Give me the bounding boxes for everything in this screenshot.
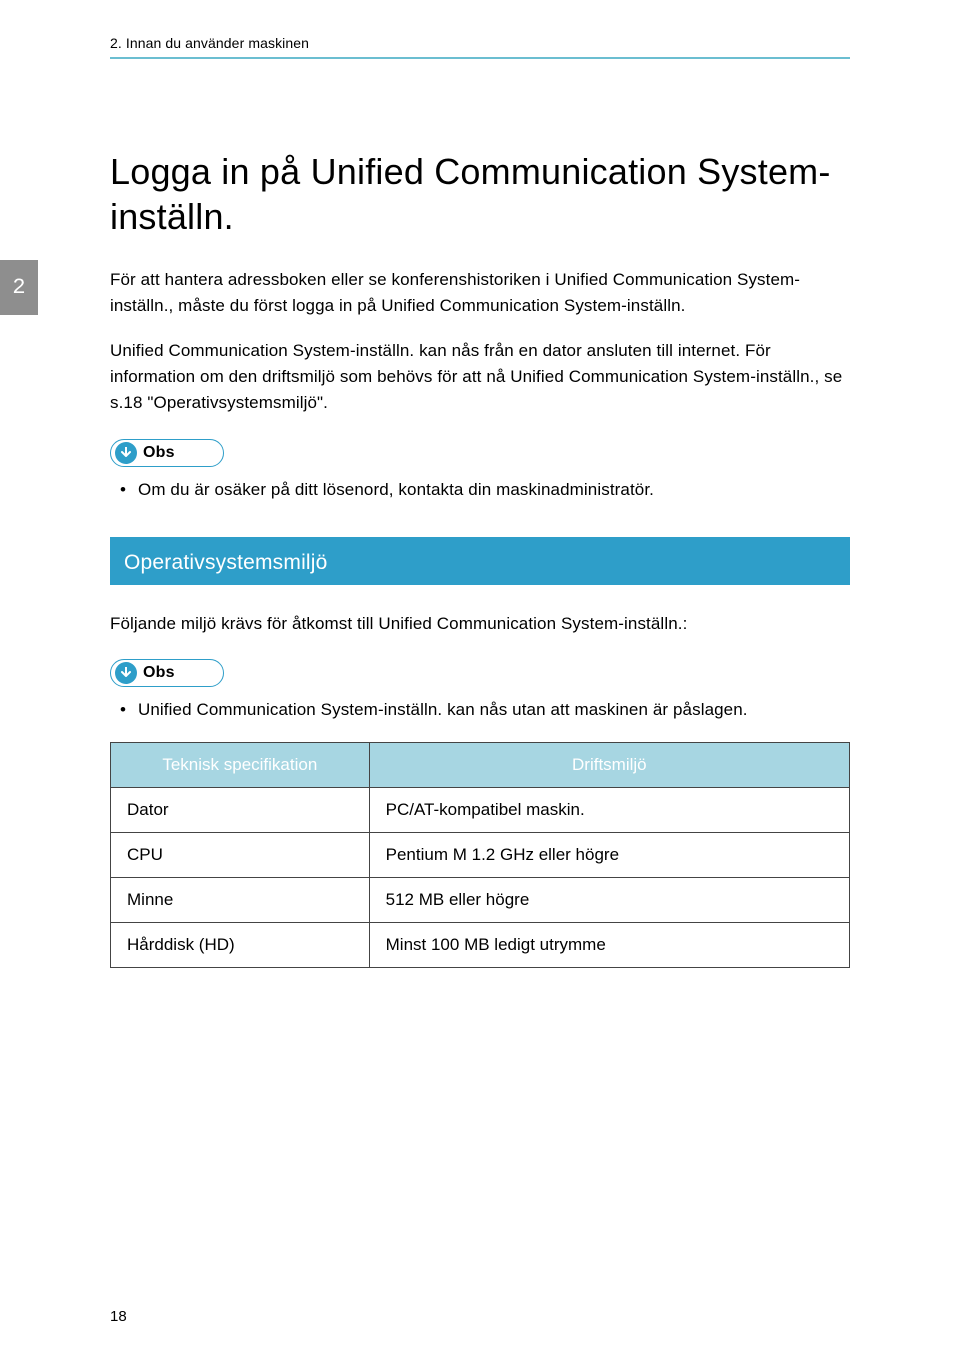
page-title: Logga in på Unified Communication System… <box>110 149 850 239</box>
table-cell-spec: Minne <box>111 877 370 922</box>
note-item: Unified Communication System-inställn. k… <box>138 697 850 723</box>
intro-paragraph-1: För att hantera adressboken eller se kon… <box>110 267 850 320</box>
header-rule <box>110 57 850 59</box>
table-cell-spec: CPU <box>111 832 370 877</box>
table-cell-spec: Dator <box>111 787 370 832</box>
down-arrow-icon <box>115 442 137 464</box>
table-row: Minne 512 MB eller högre <box>111 877 850 922</box>
down-arrow-icon <box>115 662 137 684</box>
note-pill: Obs <box>110 439 224 467</box>
running-header: 2. Innan du använder maskinen <box>110 35 850 51</box>
section-heading-wrap: Operativsystemsmiljö <box>110 537 850 585</box>
table-header-spec: Teknisk specifikation <box>111 742 370 787</box>
section-heading: Operativsystemsmiljö <box>110 541 850 585</box>
spec-table: Teknisk specifikation Driftsmiljö Dator … <box>110 742 850 968</box>
table-row: Dator PC/AT-kompatibel maskin. <box>111 787 850 832</box>
table-header-row: Teknisk specifikation Driftsmiljö <box>111 742 850 787</box>
table-cell-env: PC/AT-kompatibel maskin. <box>369 787 849 832</box>
section-intro: Följande miljö krävs för åtkomst till Un… <box>110 611 850 637</box>
table-cell-env: Pentium M 1.2 GHz eller högre <box>369 832 849 877</box>
table-cell-spec: Hårddisk (HD) <box>111 922 370 967</box>
note-label: Obs <box>143 664 175 682</box>
table-header-env: Driftsmiljö <box>369 742 849 787</box>
page-content: 2. Innan du använder maskinen Logga in p… <box>0 0 960 968</box>
note-item: Om du är osäker på ditt lösenord, kontak… <box>138 477 850 503</box>
table-cell-env: Minst 100 MB ledigt utrymme <box>369 922 849 967</box>
intro-paragraph-2: Unified Communication System-inställn. k… <box>110 338 850 417</box>
table-row: CPU Pentium M 1.2 GHz eller högre <box>111 832 850 877</box>
note-list-2: Unified Communication System-inställn. k… <box>110 697 850 723</box>
note-pill-2: Obs <box>110 659 224 687</box>
table-row: Hårddisk (HD) Minst 100 MB ledigt utrymm… <box>111 922 850 967</box>
note-label: Obs <box>143 444 175 462</box>
note-list-1: Om du är osäker på ditt lösenord, kontak… <box>110 477 850 503</box>
table-cell-env: 512 MB eller högre <box>369 877 849 922</box>
page-number: 18 <box>110 1308 127 1325</box>
